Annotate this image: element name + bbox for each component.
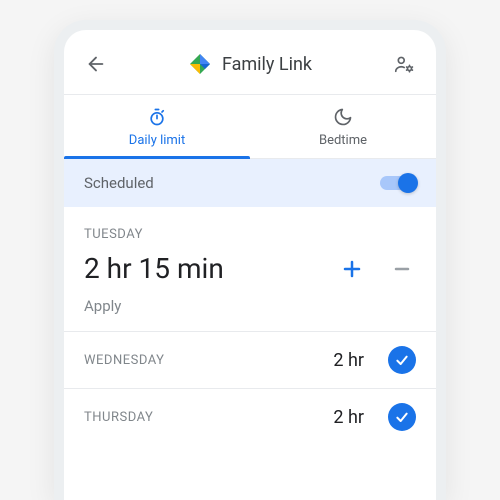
stopwatch-icon bbox=[64, 107, 250, 129]
phone-frame: Family Link Daily limit Bedtime Schedul bbox=[54, 20, 446, 500]
tab-bedtime[interactable]: Bedtime bbox=[250, 95, 436, 158]
family-link-logo-icon bbox=[188, 52, 212, 76]
check-icon bbox=[394, 352, 410, 368]
increase-button[interactable] bbox=[338, 255, 366, 283]
day-name: WEDNESDAY bbox=[84, 353, 333, 368]
tab-bar: Daily limit Bedtime bbox=[64, 94, 436, 159]
stepper-controls bbox=[338, 255, 416, 283]
tab-label: Bedtime bbox=[250, 133, 436, 148]
day-name: TUESDAY bbox=[84, 227, 416, 242]
decrease-button[interactable] bbox=[388, 255, 416, 283]
back-button[interactable] bbox=[80, 48, 112, 80]
time-value: 2 hr 15 min bbox=[84, 252, 224, 285]
minus-icon bbox=[390, 257, 414, 281]
app-title: Family Link bbox=[222, 54, 312, 75]
check-badge[interactable] bbox=[388, 403, 416, 431]
tab-daily-limit[interactable]: Daily limit bbox=[64, 95, 250, 158]
title-group: Family Link bbox=[120, 52, 380, 76]
app-header: Family Link bbox=[64, 30, 436, 94]
check-badge[interactable] bbox=[388, 346, 416, 374]
arrow-left-icon bbox=[85, 53, 107, 75]
tab-label: Daily limit bbox=[64, 133, 250, 148]
scheduled-toggle-row: Scheduled bbox=[64, 159, 436, 207]
plus-icon bbox=[340, 257, 364, 281]
time-control-row: 2 hr 15 min bbox=[84, 252, 416, 285]
moon-icon bbox=[250, 107, 436, 129]
day-row[interactable]: WEDNESDAY 2 hr bbox=[64, 332, 436, 389]
day-name: THURSDAY bbox=[84, 410, 333, 425]
apply-button[interactable]: Apply bbox=[84, 297, 416, 315]
check-icon bbox=[394, 409, 410, 425]
scheduled-label: Scheduled bbox=[84, 174, 154, 192]
day-row[interactable]: THURSDAY 2 hr bbox=[64, 389, 436, 445]
manage-user-button[interactable] bbox=[388, 48, 420, 80]
person-gear-icon bbox=[393, 53, 415, 75]
scheduled-toggle[interactable] bbox=[380, 173, 416, 193]
time-value: 2 hr bbox=[333, 407, 364, 428]
focus-day-block: TUESDAY 2 hr 15 min Apply bbox=[64, 207, 436, 332]
time-value: 2 hr bbox=[333, 350, 364, 371]
